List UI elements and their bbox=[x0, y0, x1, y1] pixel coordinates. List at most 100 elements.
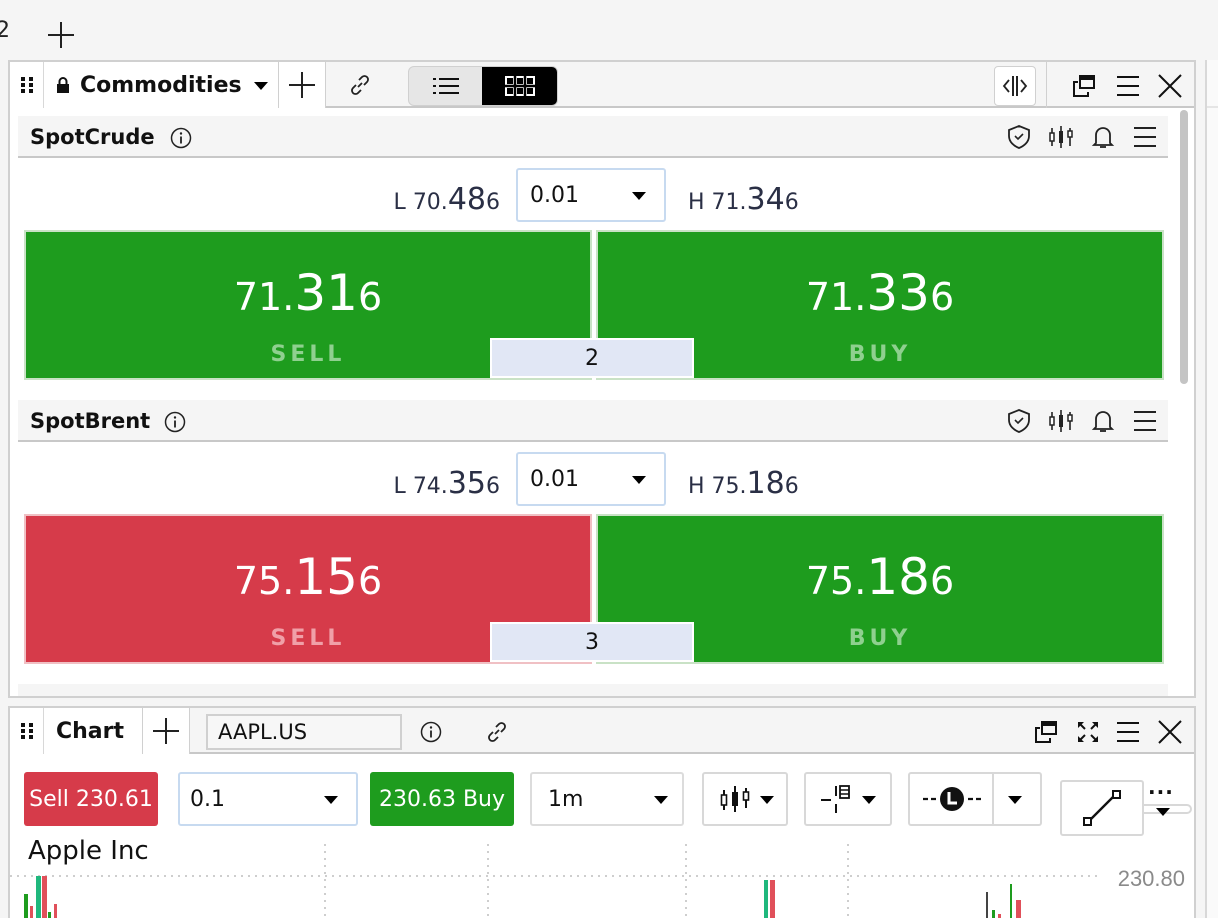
quantity-select[interactable]: 0.01 bbox=[516, 452, 666, 506]
sell-price: 71.316 bbox=[233, 264, 383, 322]
chart-buy-button[interactable]: 230.63 Buy bbox=[370, 772, 514, 826]
list-view-button[interactable] bbox=[409, 67, 482, 105]
chart-type-button[interactable] bbox=[702, 772, 788, 826]
price-chart[interactable]: 230.80 bbox=[10, 834, 1196, 918]
split-view-button[interactable] bbox=[994, 66, 1036, 106]
menu-icon bbox=[1117, 76, 1139, 96]
chart-button[interactable] bbox=[1048, 408, 1074, 434]
instrument-name[interactable]: SpotCrude bbox=[30, 116, 155, 158]
instrument-actions bbox=[1006, 116, 1158, 158]
menu-icon bbox=[1117, 722, 1139, 742]
protection-button[interactable] bbox=[1006, 124, 1032, 150]
instrument-info-button[interactable] bbox=[164, 411, 186, 433]
high-low-row: L 74.356 0.01 H 75.186 bbox=[10, 452, 1180, 508]
workspace-tab-label[interactable]: 2 bbox=[0, 18, 10, 43]
instrument-header: SpotBrent bbox=[18, 400, 1168, 442]
add-instrument-button[interactable] bbox=[279, 62, 325, 108]
add-workspace-tab-button[interactable] bbox=[46, 20, 76, 50]
candlestick-icon bbox=[1049, 410, 1073, 432]
panel-menu-button[interactable] bbox=[1114, 718, 1142, 746]
buy-price: 75.186 bbox=[805, 548, 955, 606]
chevron-down-icon bbox=[760, 796, 774, 804]
panel-title: Chart bbox=[44, 708, 142, 754]
chart-panel: Chart AAPL.US Sell 230.61 0.1 230.63 Buy… bbox=[8, 706, 1196, 918]
quantity-value: 0.01 bbox=[530, 182, 579, 208]
low-price: L 74.356 bbox=[393, 466, 500, 501]
chevron-down-icon bbox=[1156, 808, 1170, 816]
trade-buttons: 75.156 SELL 75.186 BUY 3 bbox=[24, 514, 1164, 664]
instrument-menu-button[interactable] bbox=[1132, 124, 1158, 150]
link-button[interactable] bbox=[340, 70, 380, 100]
quantity-value: 0.1 bbox=[190, 786, 225, 812]
grid-view-button[interactable] bbox=[482, 67, 557, 105]
symbol-info-button[interactable] bbox=[418, 719, 444, 745]
close-panel-button[interactable] bbox=[1156, 72, 1184, 100]
bell-icon bbox=[1091, 411, 1115, 432]
commodities-panel: Commodities SpotCrude L 70.486 0.01 H 71… bbox=[8, 60, 1196, 698]
info-icon bbox=[170, 127, 192, 149]
instrument-actions bbox=[1006, 400, 1158, 442]
chart-sell-button[interactable]: Sell 230.61 bbox=[24, 772, 158, 826]
timeframe-value: 1m bbox=[548, 786, 584, 812]
list-view-icon bbox=[432, 78, 459, 94]
candle bbox=[1010, 884, 1012, 918]
crosshair-tool-button[interactable] bbox=[804, 772, 892, 826]
scrollbar-thumb[interactable] bbox=[1180, 110, 1188, 384]
close-panel-button[interactable] bbox=[1156, 718, 1184, 746]
candle bbox=[42, 876, 47, 918]
grid-view-icon bbox=[504, 76, 535, 96]
candle bbox=[30, 906, 33, 918]
fullscreen-button[interactable] bbox=[1074, 718, 1102, 746]
undock-button[interactable] bbox=[1032, 718, 1060, 746]
instrument-info-button[interactable] bbox=[170, 127, 192, 149]
panel-menu-button[interactable] bbox=[1114, 72, 1142, 100]
undock-button[interactable] bbox=[1070, 72, 1098, 100]
candle bbox=[992, 910, 995, 918]
add-chart-button[interactable] bbox=[143, 708, 189, 754]
more-tools-icon[interactable]: ··· bbox=[1148, 780, 1174, 804]
instrument-header: SpotCrude bbox=[18, 116, 1168, 158]
chart-button[interactable] bbox=[1048, 124, 1074, 150]
high-low-row: L 70.486 0.01 H 71.346 bbox=[10, 168, 1180, 224]
quantity-value: 0.01 bbox=[530, 466, 579, 492]
link-button[interactable] bbox=[482, 718, 512, 746]
spread-value: 2 bbox=[490, 338, 694, 378]
shield-check-icon bbox=[1008, 125, 1030, 149]
candle bbox=[48, 912, 51, 918]
candlestick-icon bbox=[1049, 126, 1073, 148]
live-mode-button[interactable] bbox=[908, 772, 1042, 826]
expand-icon bbox=[1078, 722, 1098, 742]
candle bbox=[764, 880, 768, 918]
candle bbox=[998, 914, 1001, 918]
shield-check-icon bbox=[1008, 409, 1030, 433]
price-axis-label: 230.80 bbox=[1118, 866, 1185, 891]
info-icon bbox=[164, 411, 186, 433]
instrument-menu-button[interactable] bbox=[1132, 408, 1158, 434]
watchlist-selector[interactable]: Commodities bbox=[44, 62, 278, 108]
quantity-select[interactable]: 0.01 bbox=[516, 168, 666, 222]
spread-value: 3 bbox=[490, 622, 694, 662]
timeframe-select[interactable]: 1m bbox=[530, 772, 684, 826]
link-icon bbox=[488, 722, 506, 742]
high-price: H 75.186 bbox=[688, 466, 799, 501]
close-icon bbox=[1158, 74, 1182, 98]
instrument-name[interactable]: SpotBrent bbox=[30, 400, 150, 442]
menu-icon bbox=[1134, 127, 1156, 147]
plus-icon bbox=[153, 718, 179, 744]
buy-price: 71.336 bbox=[805, 264, 955, 322]
drawing-tool-button[interactable] bbox=[1060, 780, 1144, 836]
drag-handle[interactable] bbox=[10, 62, 44, 108]
chevron-down-icon bbox=[253, 82, 268, 90]
alert-button[interactable] bbox=[1090, 124, 1116, 150]
alert-button[interactable] bbox=[1090, 408, 1116, 434]
chart-quantity-select[interactable]: 0.1 bbox=[178, 772, 358, 826]
drag-handle[interactable] bbox=[10, 708, 44, 754]
view-mode-toggle bbox=[408, 66, 558, 106]
candle bbox=[54, 904, 57, 918]
split-view-icon bbox=[1002, 76, 1028, 96]
chevron-down-icon bbox=[654, 796, 668, 804]
undock-icon bbox=[1035, 721, 1057, 743]
chevron-down-icon bbox=[324, 796, 338, 804]
symbol-input[interactable]: AAPL.US bbox=[206, 714, 402, 750]
protection-button[interactable] bbox=[1006, 408, 1032, 434]
